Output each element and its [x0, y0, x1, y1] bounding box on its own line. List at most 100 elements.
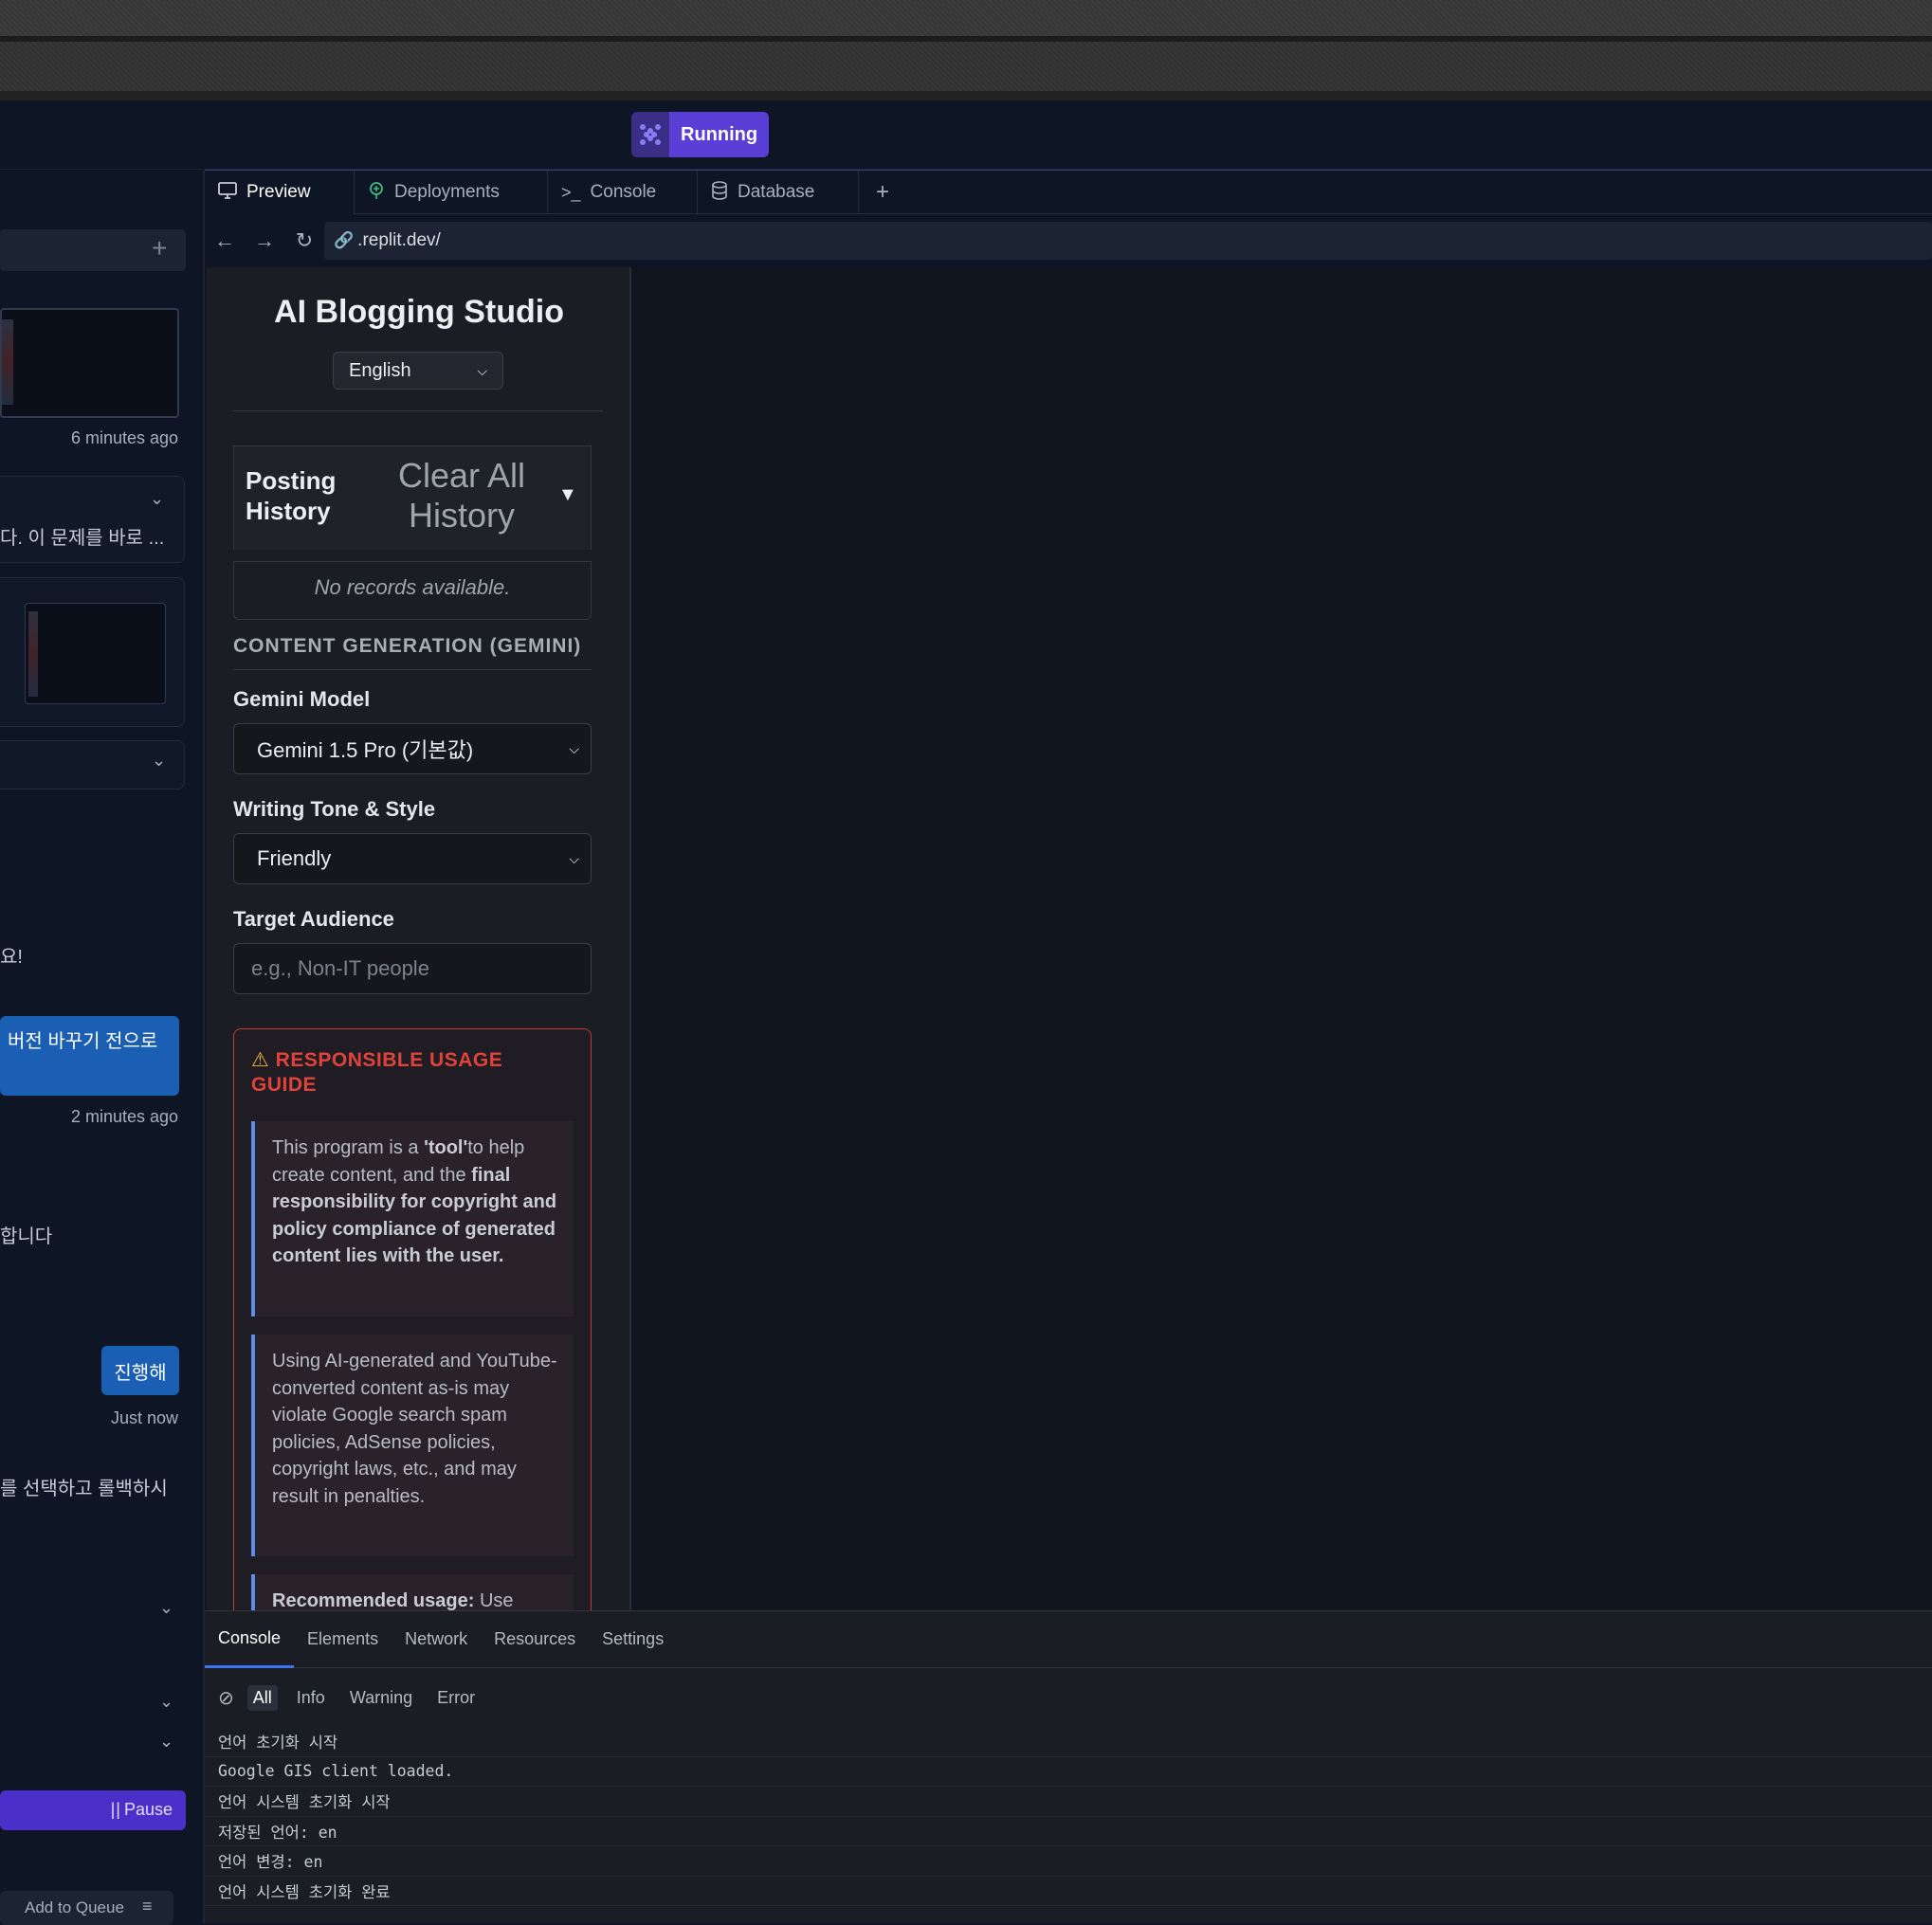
devtools-tab-settings[interactable]: Settings — [589, 1611, 677, 1668]
guide-paragraph: Recommended usage: Use — [251, 1574, 574, 1610]
chevron-down-icon[interactable]: ⌄ — [159, 1598, 173, 1618]
devtools-tab-elements[interactable]: Elements — [294, 1611, 392, 1668]
url-text: .replit.dev/ — [357, 230, 441, 250]
clear-console-icon[interactable]: ⊘ — [218, 1686, 234, 1710]
pause-label: Pause — [123, 1800, 173, 1819]
agent-text: 합니다 — [0, 1226, 53, 1247]
message-timestamp: Just now — [111, 1408, 179, 1427]
app-sidebar: AI Blogging Studio English ⌵ Posting His… — [207, 267, 631, 1610]
screenshot-thumbnail[interactable] — [0, 308, 179, 418]
tab-preview[interactable]: Preview — [205, 171, 355, 214]
divider — [233, 410, 603, 411]
workspace-header — [0, 100, 1932, 170]
workspace-tab-bar: Preview Deployments >_ Console Database … — [205, 170, 1932, 214]
audience-input[interactable]: e.g., Non-IT people — [233, 943, 592, 994]
pause-button[interactable]: | | Pause — [0, 1790, 186, 1830]
clear-history-button[interactable]: Clear All History — [386, 456, 538, 536]
replit-icon — [631, 112, 669, 157]
screenshot-thumbnail[interactable] — [25, 603, 166, 704]
database-icon — [711, 180, 728, 205]
section-heading: CONTENT GENERATION (GEMINI) — [233, 635, 592, 670]
tab-label: Deployments — [394, 182, 500, 202]
chevron-down-icon[interactable]: ⌄ — [159, 1732, 173, 1752]
model-select[interactable]: Gemini 1.5 Pro (기본값) ⌵ — [233, 723, 592, 774]
tab-database[interactable]: Database — [698, 171, 859, 214]
usage-guide: ⚠ RESPONSIBLE USAGE GUIDE This program i… — [233, 1028, 592, 1610]
console-line: 언어 시스템 초기화 완료 — [205, 1877, 1932, 1906]
console-line: 저장된 언어: en — [205, 1817, 1932, 1846]
filter-warning[interactable]: Warning — [344, 1685, 418, 1711]
add-to-queue-label: Add to Queue — [25, 1898, 124, 1916]
app-main-area — [631, 267, 1932, 1610]
filter-info[interactable]: Info — [291, 1685, 331, 1711]
no-records-text: No records available. — [314, 575, 511, 599]
browser-toolbar-strip — [0, 42, 1932, 91]
queue-icon: ≡ — [142, 1897, 153, 1916]
url-field[interactable]: 🔗 .replit.dev/ — [324, 222, 1932, 260]
back-arrow-icon[interactable]: ← — [205, 228, 245, 253]
reload-icon[interactable]: ↻ — [284, 228, 324, 253]
new-chat-plus-icon[interactable]: + — [152, 233, 167, 263]
devtools-tab-network[interactable]: Network — [392, 1611, 481, 1668]
caret-down-icon[interactable]: ▼ — [558, 484, 577, 506]
guide-title: ⚠ RESPONSIBLE USAGE GUIDE — [251, 1048, 574, 1098]
browser-chrome-strip — [0, 0, 1932, 36]
run-button[interactable]: Running — [631, 112, 770, 157]
agent-text: 요! — [0, 947, 23, 968]
tone-select[interactable]: Friendly ⌵ — [233, 833, 592, 884]
chevron-down-icon: ⌵ — [569, 740, 579, 756]
add-tab-button[interactable]: + — [859, 171, 906, 213]
devtools-tab-resources[interactable]: Resources — [481, 1611, 589, 1668]
guide-paragraph: Using AI-generated and YouTube-converted… — [251, 1335, 574, 1556]
console-line: Google GIS client loaded. — [205, 1757, 1932, 1787]
tab-label: Console — [590, 182, 657, 202]
guide-title-text: RESPONSIBLE USAGE GUIDE — [251, 1049, 503, 1096]
app-title: AI Blogging Studio — [274, 294, 564, 330]
console-log: 언어 초기화 시작 Google GIS client loaded. 언어 시… — [205, 1727, 1932, 1906]
filter-error[interactable]: Error — [431, 1685, 481, 1711]
user-message-bubble: 진행해 — [101, 1346, 179, 1395]
console-line: 언어 변경: en — [205, 1846, 1932, 1877]
message-timestamp: 6 minutes ago — [71, 428, 179, 447]
guide-paragraph: This program is a 'tool'to help create c… — [251, 1121, 574, 1317]
tone-value: Friendly — [257, 846, 332, 870]
user-message-text: 진행해 — [114, 1362, 167, 1384]
language-value: English — [349, 359, 411, 381]
browser-toolbar-divider — [0, 91, 1932, 100]
history-list: No records available. — [233, 561, 592, 620]
filter-all[interactable]: All — [246, 1684, 278, 1711]
guide-bold: Recommended usage: — [272, 1590, 475, 1610]
devtools-tab-console[interactable]: Console — [205, 1611, 295, 1668]
chevron-down-icon: ⌵ — [569, 850, 579, 866]
audience-placeholder: e.g., Non-IT people — [251, 956, 429, 980]
language-select[interactable]: English ⌵ — [333, 352, 503, 390]
chevron-down-icon[interactable]: ⌄ — [152, 751, 166, 771]
preview-url-bar: ← → ↻ 🔗 .replit.dev/ — [205, 214, 1932, 267]
guide-text: Use — [474, 1590, 514, 1610]
user-message-bubble: 버전 바꾸기 전으로 — [0, 1016, 179, 1096]
link-icon: 🔗 — [334, 231, 355, 249]
posting-history-header[interactable]: Posting History Clear All History ▼ — [233, 445, 592, 550]
pause-icon: | | — [110, 1800, 120, 1819]
console-filter-bar: ⊘ All Info Warning Error — [205, 1668, 1932, 1727]
devtools-tabs: Console Elements Network Resources Setti… — [205, 1611, 1932, 1668]
model-label: Gemini Model — [233, 687, 371, 711]
tab-label: Database — [738, 182, 815, 202]
tab-label: Preview — [246, 182, 311, 202]
tone-label: Writing Tone & Style — [233, 797, 436, 821]
tab-console[interactable]: >_ Console — [548, 171, 698, 214]
agent-text: 를 선택하고 롤백하시 — [0, 1479, 168, 1499]
message-timestamp: 2 minutes ago — [71, 1107, 179, 1126]
guide-text: This program is a — [272, 1137, 425, 1158]
model-value: Gemini 1.5 Pro (기본값) — [257, 738, 474, 762]
tab-deployments[interactable]: Deployments — [355, 171, 548, 214]
forward-arrow-icon[interactable]: → — [245, 228, 284, 253]
add-to-queue-button[interactable]: Add to Queue ≡ — [0, 1891, 173, 1925]
terminal-icon: >_ — [561, 182, 581, 202]
chevron-down-icon[interactable]: ⌄ — [159, 1692, 173, 1712]
message-snippet: 다. 이 문제를 바로 ... — [0, 528, 165, 549]
console-line: 언어 초기화 시작 — [205, 1727, 1932, 1757]
devtools-panel: Console Elements Network Resources Setti… — [205, 1610, 1932, 1923]
chevron-down-icon[interactable]: ⌄ — [150, 489, 164, 509]
guide-bold: 'tool' — [424, 1137, 468, 1158]
